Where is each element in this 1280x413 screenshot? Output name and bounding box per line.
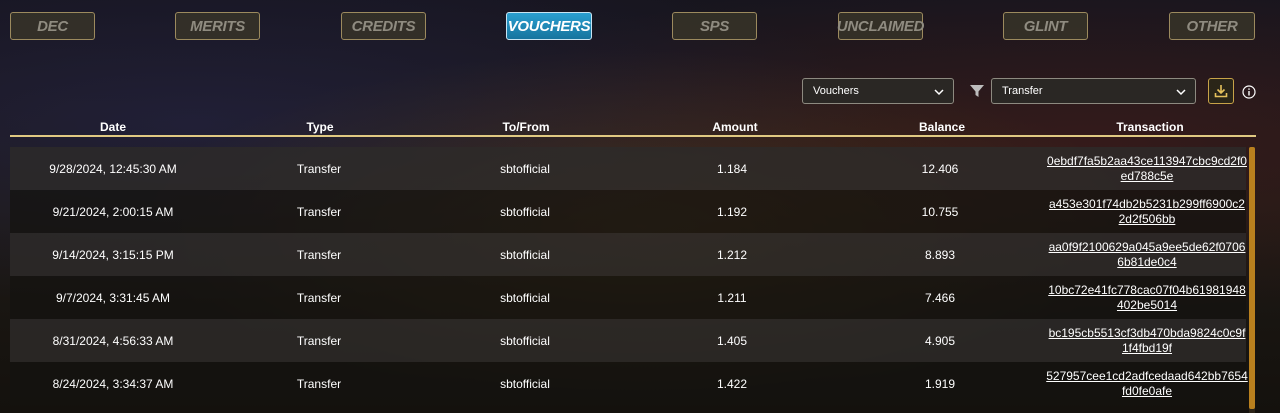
- cell-balance: 1.919: [924, 376, 956, 391]
- cell-balance: 4.905: [924, 333, 956, 348]
- cell-type: Transfer: [296, 204, 342, 219]
- cell-to-from: sbtofficial: [500, 204, 550, 219]
- cell-type: Transfer: [296, 247, 342, 262]
- cell-to-from: sbtofficial: [500, 161, 550, 176]
- cell-amount: 1.405: [716, 333, 748, 348]
- download-icon: [1214, 85, 1228, 98]
- tab-unclaimed[interactable]: UNCLAIMED: [837, 12, 924, 40]
- cell-amount: 1.212: [716, 247, 748, 262]
- table-row: 9/28/2024, 12:45:30 AM Transfer sbtoffic…: [10, 147, 1248, 190]
- info-icon[interactable]: [1242, 85, 1256, 99]
- tab-sps[interactable]: SPS: [672, 12, 757, 40]
- cell-amount: 1.192: [716, 204, 748, 219]
- funnel-icon[interactable]: [969, 83, 985, 99]
- transaction-link[interactable]: a453e301f74db2b5231b299ff6900c22d2f506bb: [1046, 197, 1248, 227]
- cell-type: Transfer: [296, 290, 342, 305]
- type-select[interactable]: Transfer: [991, 78, 1196, 104]
- cell-to-from: sbtofficial: [500, 333, 550, 348]
- transaction-link[interactable]: 527957cee1cd2adfcedaad642bb7654fd0fe0afe: [1046, 369, 1248, 399]
- cell-date: 8/24/2024, 3:34:37 AM: [52, 376, 174, 391]
- header-transaction[interactable]: Transaction: [1090, 120, 1210, 134]
- tab-dec[interactable]: DEC: [10, 12, 95, 40]
- cell-date: 8/31/2024, 4:56:33 AM: [52, 333, 174, 348]
- cell-type: Transfer: [296, 376, 342, 391]
- table-row: 8/31/2024, 4:56:33 AM Transfer sbtoffici…: [10, 319, 1246, 362]
- cell-to-from: sbtofficial: [500, 247, 550, 262]
- chevron-down-icon: [1176, 89, 1186, 96]
- cell-date: 9/21/2024, 2:00:15 AM: [52, 204, 174, 219]
- table-row: 9/7/2024, 3:31:45 AM Transfer sbtofficia…: [10, 276, 1246, 319]
- header-date[interactable]: Date: [53, 120, 173, 134]
- table-row: 9/21/2024, 2:00:15 AM Transfer sbtoffici…: [10, 190, 1246, 233]
- cell-balance: 8.893: [924, 247, 956, 262]
- type-select-value: Transfer: [1002, 85, 1043, 97]
- tab-other[interactable]: OTHER: [1169, 12, 1255, 40]
- tab-vouchers[interactable]: VOUCHERS: [506, 12, 592, 40]
- header-balance[interactable]: Balance: [882, 120, 1002, 134]
- header-amount[interactable]: Amount: [675, 120, 795, 134]
- download-button[interactable]: [1208, 78, 1234, 104]
- table-scrollbar[interactable]: [1249, 147, 1255, 413]
- table-row: 8/24/2024, 3:34:37 AM Transfer sbtoffici…: [10, 362, 1248, 405]
- tab-glint[interactable]: GLINT: [1003, 12, 1088, 40]
- tab-credits[interactable]: CREDITS: [341, 12, 426, 40]
- cell-to-from: sbtofficial: [500, 376, 550, 391]
- token-tabs: DEC MERITS CREDITS VOUCHERS SPS UNCLAIME…: [10, 12, 1256, 40]
- transaction-link[interactable]: 0ebdf7fa5b2aa43ce113947cbc9cd2f0ed788c5e: [1046, 154, 1248, 184]
- cell-amount: 1.184: [716, 161, 748, 176]
- tab-merits[interactable]: MERITS: [175, 12, 260, 40]
- cell-date: 9/14/2024, 3:15:15 PM: [52, 247, 174, 262]
- cell-to-from: sbtofficial: [500, 290, 550, 305]
- cell-amount: 1.211: [717, 290, 747, 305]
- table-body: 9/28/2024, 12:45:30 AM Transfer sbtoffic…: [10, 147, 1256, 405]
- cell-date: 9/28/2024, 12:45:30 AM: [49, 161, 177, 176]
- transaction-link[interactable]: 10bc72e41fc778cac07f04b61981948402be5014: [1046, 283, 1248, 313]
- header-type[interactable]: Type: [260, 120, 380, 134]
- table-header: Date Type To/From Amount Balance Transac…: [10, 120, 1256, 137]
- cell-balance: 12.406: [921, 161, 959, 176]
- cell-type: Transfer: [296, 333, 342, 348]
- cell-balance: 7.466: [924, 290, 956, 305]
- transaction-link[interactable]: bc195cb5513cf3db470bda9824c0c9f1f4fbd19f: [1046, 326, 1248, 356]
- transaction-link[interactable]: aa0f9f2100629a045a9ee5de62f07066b81de0c4: [1046, 240, 1248, 270]
- table-row: 9/14/2024, 3:15:15 PM Transfer sbtoffici…: [10, 233, 1246, 276]
- cell-balance: 10.755: [921, 204, 959, 219]
- token-select[interactable]: Vouchers: [802, 78, 954, 104]
- chevron-down-icon: [934, 89, 944, 96]
- header-to-from[interactable]: To/From: [466, 120, 586, 134]
- token-select-value: Vouchers: [813, 85, 859, 97]
- cell-date: 9/7/2024, 3:31:45 AM: [55, 290, 171, 305]
- cell-type: Transfer: [296, 161, 342, 176]
- scrollbar-thumb[interactable]: [1249, 147, 1255, 409]
- cell-amount: 1.422: [716, 376, 748, 391]
